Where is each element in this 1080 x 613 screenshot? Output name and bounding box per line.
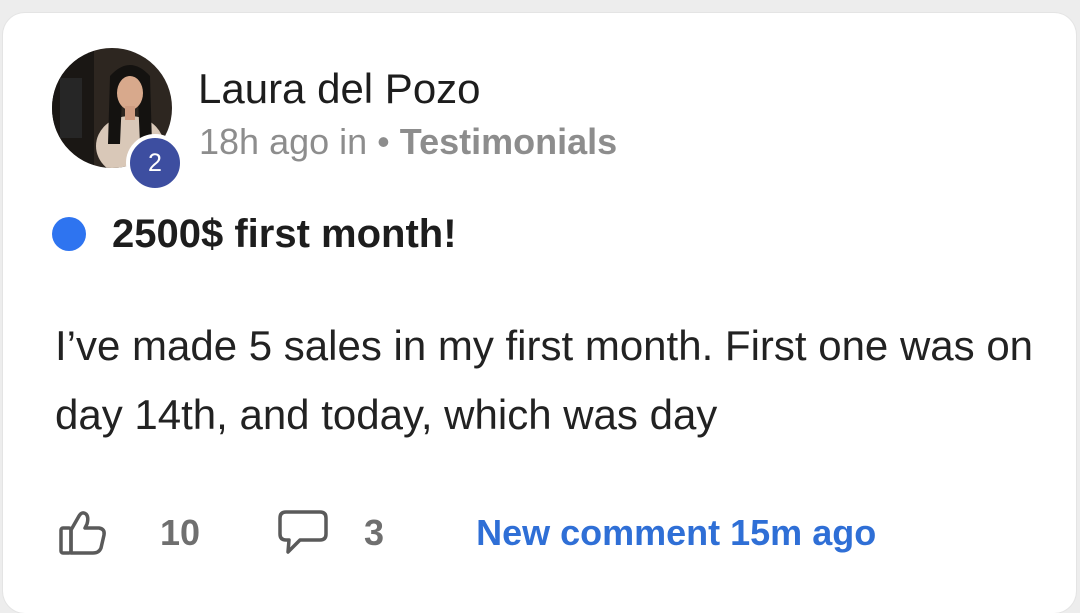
new-comment-link[interactable]: New comment 15m ago bbox=[476, 512, 876, 554]
comment-button[interactable] bbox=[276, 508, 330, 558]
post-card[interactable]: 2 Laura del Pozo 18h ago in • Testimonia… bbox=[3, 13, 1076, 613]
category-link[interactable]: Testimonials bbox=[400, 121, 617, 162]
thumbs-up-icon[interactable] bbox=[58, 508, 108, 558]
like-button[interactable] bbox=[58, 508, 108, 558]
meta-separator: • bbox=[377, 121, 390, 162]
post-title[interactable]: 2500$ first month! bbox=[112, 212, 457, 257]
time-ago: 18h ago in bbox=[199, 121, 368, 162]
comment-count: 3 bbox=[364, 512, 385, 553]
post-actions: 10 3 New comment 15m ago bbox=[58, 507, 876, 559]
level-badge: 2 bbox=[126, 134, 184, 192]
post-meta: 18h ago in • Testimonials bbox=[199, 121, 617, 163]
like-count: 10 bbox=[160, 512, 201, 553]
author-name[interactable]: Laura del Pozo bbox=[198, 65, 481, 113]
post-title-row[interactable]: 2500$ first month! bbox=[52, 209, 457, 259]
post-body[interactable]: I’ve made 5 sales in my first month. Fir… bbox=[55, 311, 1045, 449]
unread-dot-icon bbox=[52, 217, 86, 251]
comment-bubble-icon[interactable] bbox=[276, 508, 330, 558]
author-avatar-group[interactable]: 2 bbox=[52, 48, 184, 192]
